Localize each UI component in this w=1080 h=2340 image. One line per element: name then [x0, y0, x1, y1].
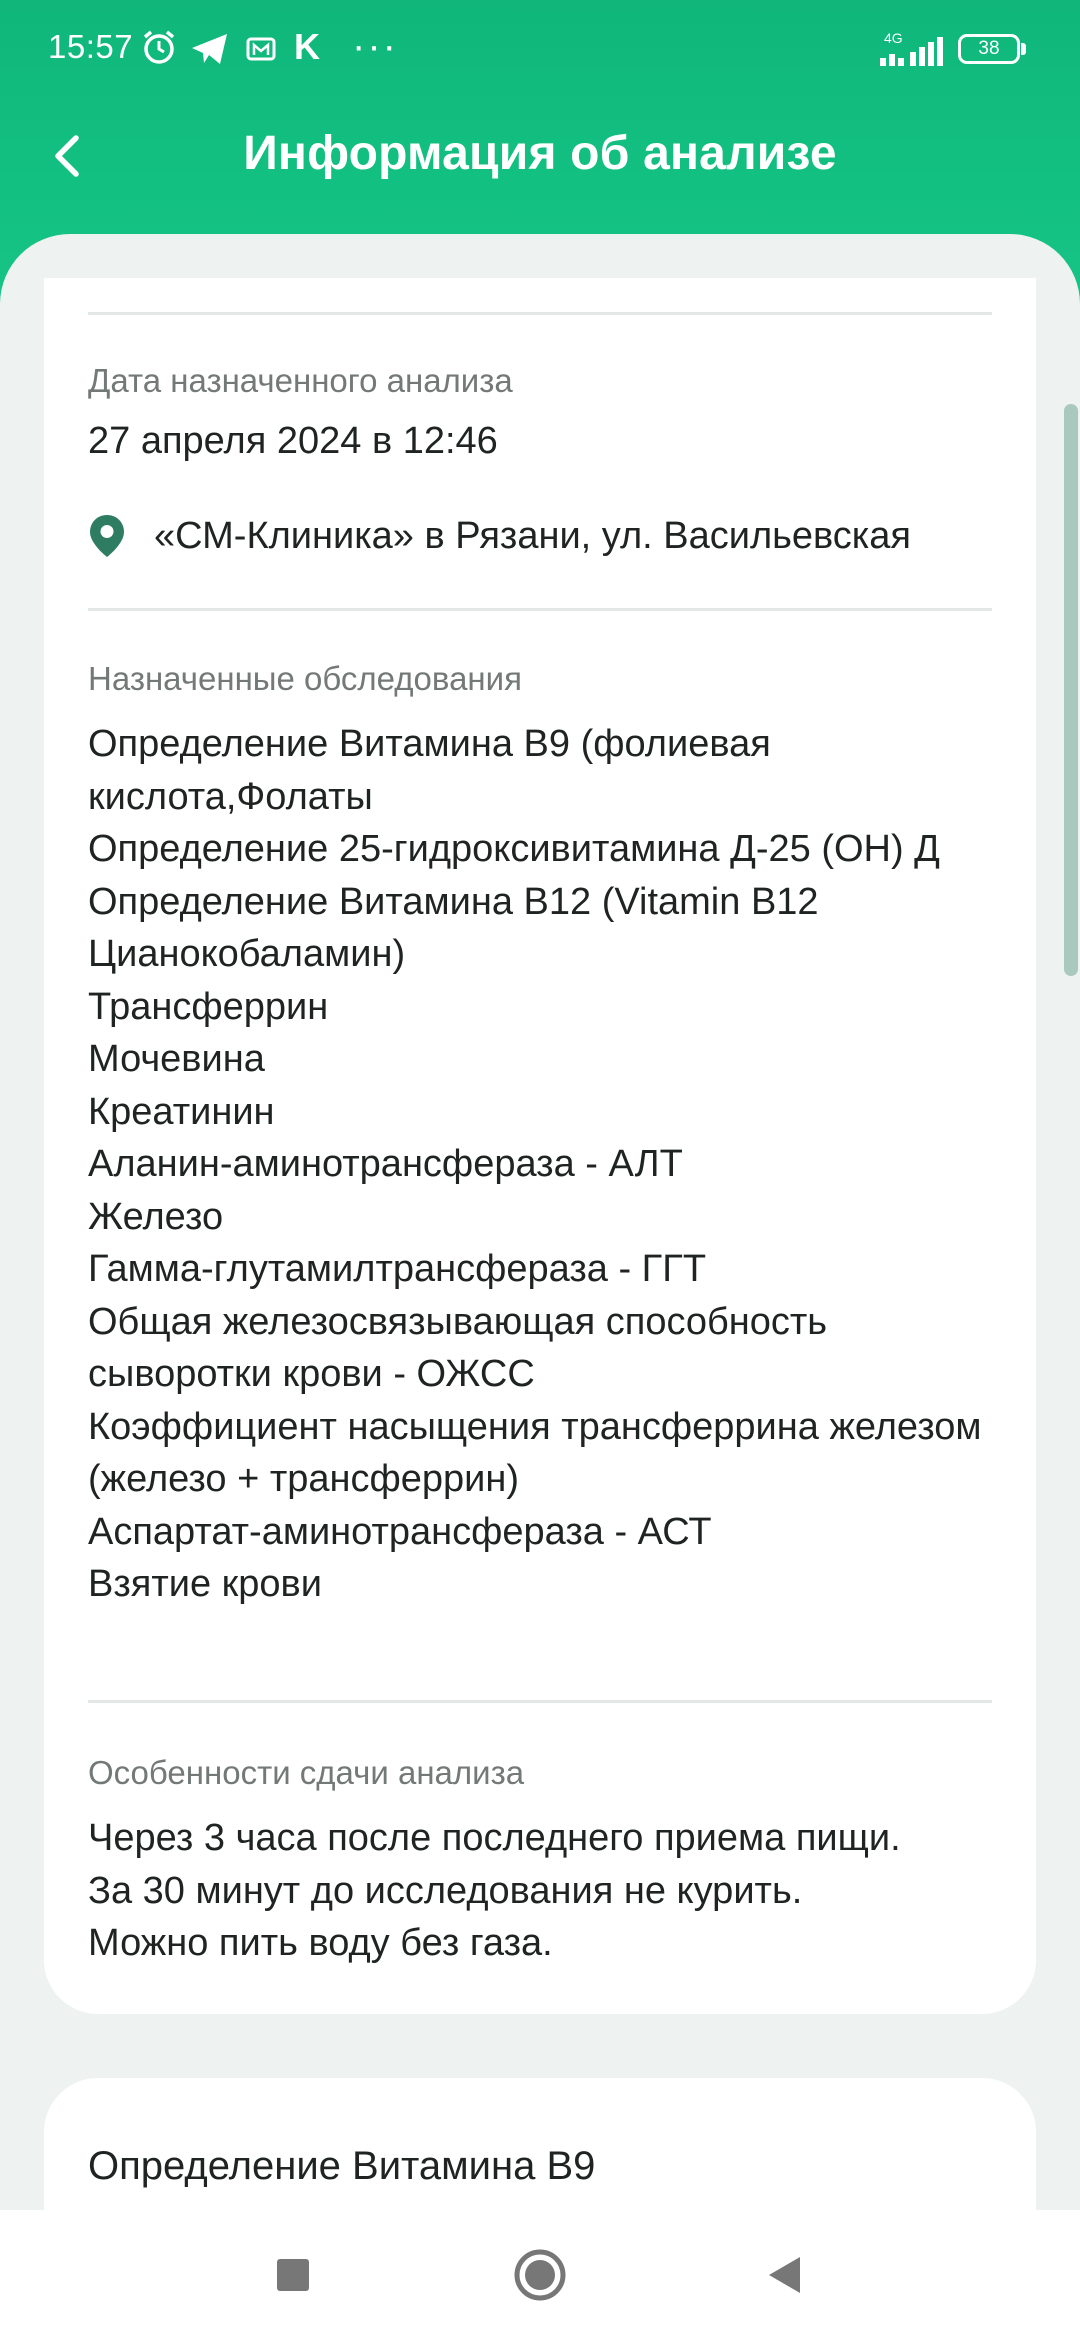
signal-icon [880, 37, 943, 66]
telegram-icon [192, 34, 227, 64]
alarm-icon [143, 30, 175, 64]
page-title: Информация об анализе [243, 127, 837, 180]
recents-square-icon [277, 2259, 309, 2291]
analysis-info-card: Дата назначенного анализа 27 апреля 2024… [44, 278, 1036, 2014]
exam-item: Аланин-аминотрансфераза - АЛТ [88, 1143, 683, 1185]
exam-item: Определение Витамина В12 (Vitamin B12 Ци… [88, 880, 819, 976]
next-card-title: Определение Витамина В9 [88, 2144, 596, 2188]
status-bar: 15:57 K ··· 4G 38 [0, 0, 1080, 96]
nav-back-button[interactable] [750, 2240, 820, 2310]
map-pin-icon [90, 515, 124, 557]
divider-after-location [88, 608, 992, 611]
exam-item: Железо [88, 1195, 224, 1238]
clinic-address: «СМ-Клиника» в Рязани, ул. Васильевская [154, 514, 911, 557]
mail-icon [246, 37, 276, 61]
home-circle-icon [514, 2249, 566, 2301]
exam-item: Определение Витамина В9 (фолиевая кислот… [88, 723, 771, 818]
preparation-line: Можно пить воду без газа. [88, 1922, 553, 1964]
exam-item: Коэффициент насыщения трансферрина желез… [88, 1405, 982, 1501]
system-nav-bar [0, 2210, 1080, 2340]
divider-top [88, 312, 992, 315]
battery-tip [1021, 43, 1026, 55]
more-dots-icon: ··· [352, 24, 398, 68]
preparation-line: За 30 минут до исследования не курить. [88, 1869, 803, 1912]
divider-after-exams [88, 1700, 992, 1703]
exam-item: Определение 25-гидроксивитамина Д-25 (ОН… [88, 828, 940, 870]
recents-button[interactable] [258, 2240, 328, 2310]
preparation-text: Через 3 часа после последнего приема пищ… [88, 1812, 1008, 1970]
date-label: Дата назначенного анализа [88, 362, 513, 399]
preparation-label: Особенности сдачи анализа [88, 1754, 525, 1791]
back-triangle-icon [769, 2257, 800, 2293]
clinic-location[interactable]: «СМ-Клиника» в Рязани, ул. Васильевская [88, 514, 911, 558]
exams-label: Назначенные обследования [88, 660, 522, 697]
home-button[interactable] [505, 2240, 575, 2310]
preparation-line: Через 3 часа после последнего приема пищ… [88, 1817, 901, 1859]
scrollbar-thumb[interactable] [1064, 404, 1078, 976]
exam-item: Трансферрин [88, 985, 329, 1028]
exams-list: Определение Витамина В9 (фолиевая кислот… [88, 718, 1008, 1611]
exam-item: Аспартат-аминотрансфераза - АСТ [88, 1510, 712, 1553]
date-value: 27 апреля 2024 в 12:46 [88, 420, 498, 462]
battery-icon: 38 [958, 34, 1020, 64]
exam-item: Мочевина [88, 1038, 265, 1080]
k-icon: K [294, 26, 320, 67]
exam-item: Взятие крови [88, 1563, 322, 1605]
exam-item: Креатинин [88, 1090, 275, 1133]
exam-item: Общая железосвязывающая способность сыво… [88, 1300, 828, 1396]
status-time: 15:57 [48, 28, 134, 65]
exam-item: Гамма-глутамилтрансфераза - ГГТ [88, 1248, 707, 1290]
